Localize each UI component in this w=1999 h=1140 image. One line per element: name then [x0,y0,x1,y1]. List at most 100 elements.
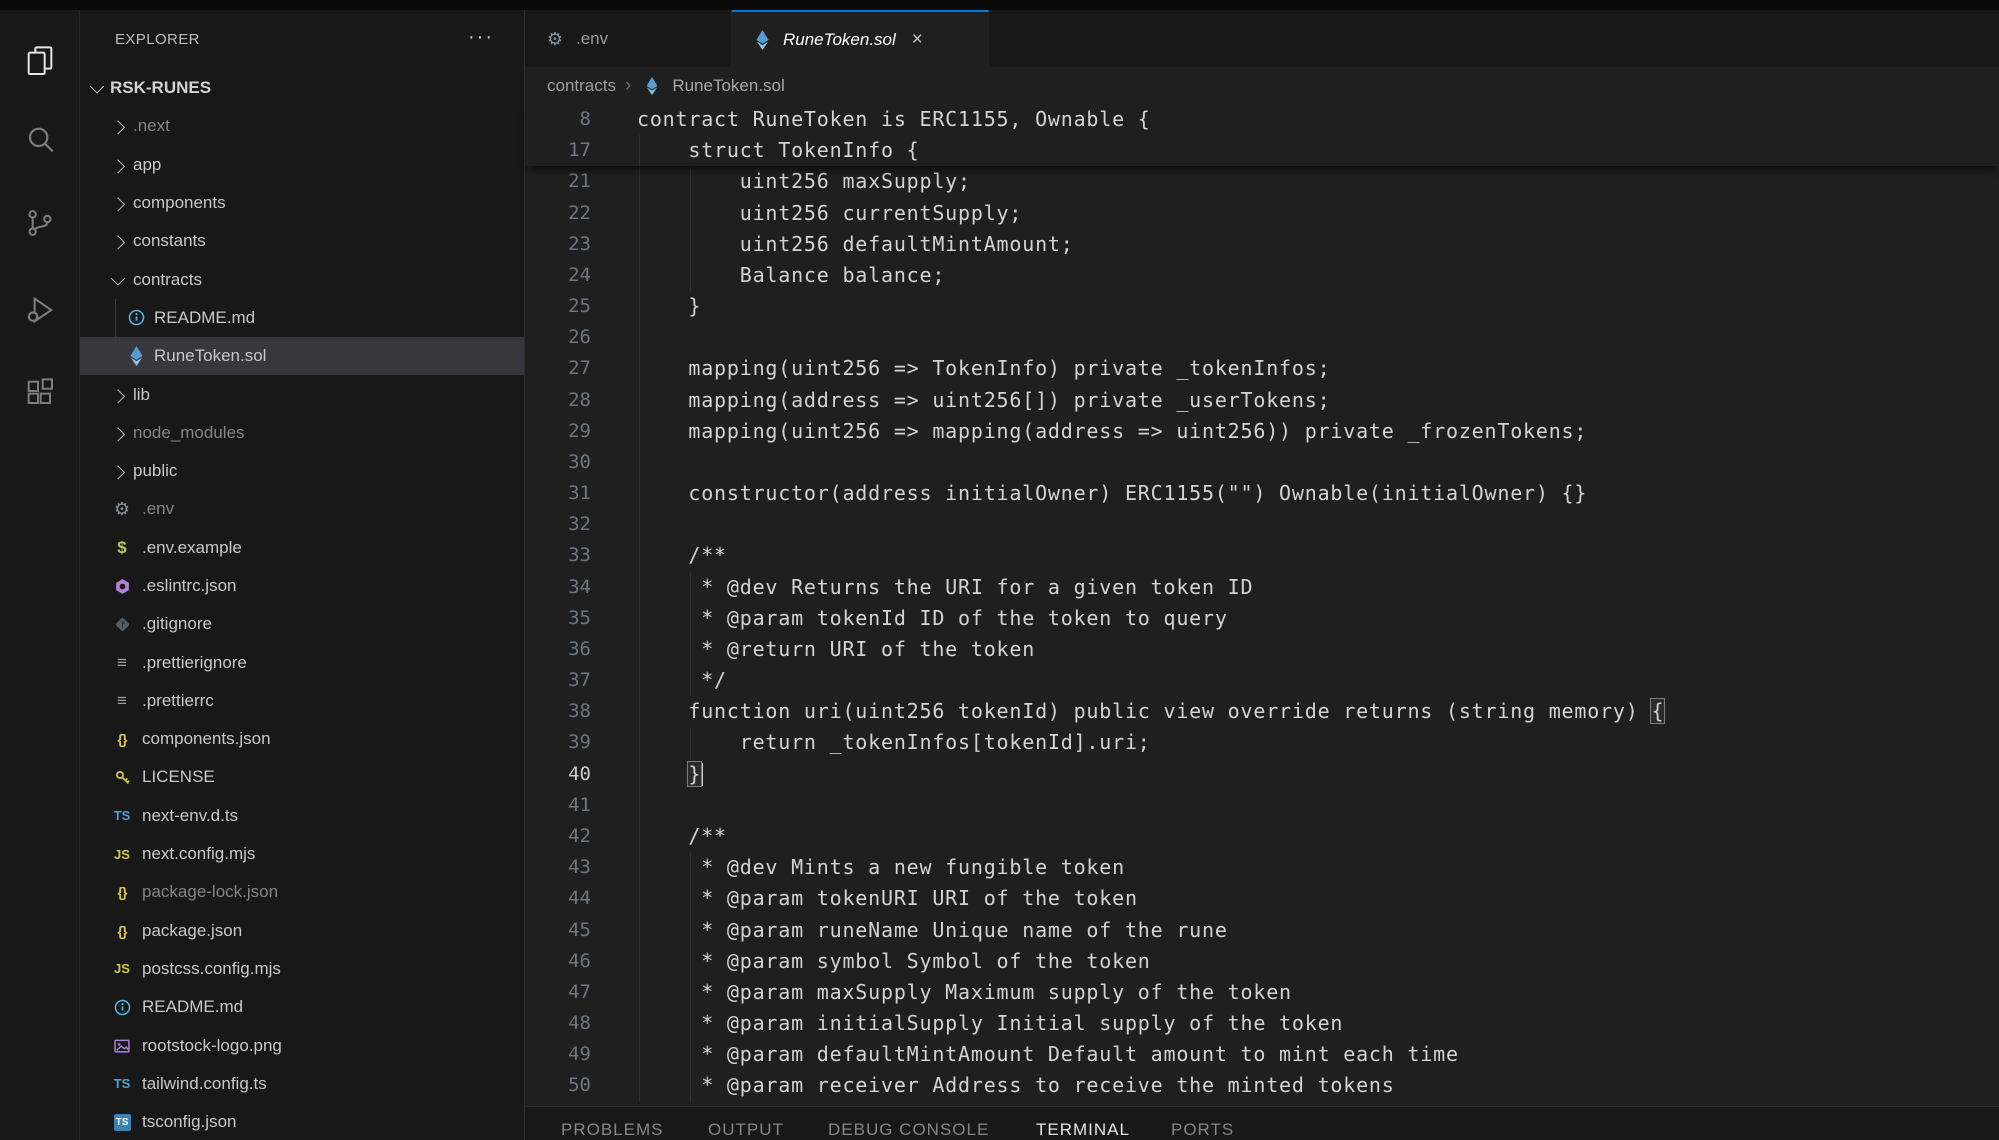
code-line-35[interactable]: 35 * @param tokenId ID of the token to q… [525,603,1999,634]
activity-search-icon[interactable] [0,112,79,168]
more-actions-icon[interactable]: ··· [468,26,494,49]
code-line-48[interactable]: 48 * @param initialSupply Initial supply… [525,1008,1999,1039]
line-number[interactable]: 44 [525,883,591,914]
tree-item-tailwind.config.ts[interactable]: TStailwind.config.ts [80,1065,524,1103]
close-icon[interactable]: × [912,30,923,49]
code-line-45[interactable]: 45 * @param runeName Unique name of the … [525,915,1999,946]
line-number[interactable]: 21 [525,166,591,197]
sticky-line-17[interactable]: 17 struct TokenInfo { [525,135,1999,166]
tab-.env[interactable]: ⚙.env [525,10,732,67]
tree-item-.next[interactable]: .next [80,107,524,145]
line-number[interactable]: 39 [525,727,591,758]
code-line-36[interactable]: 36 * @return URI of the token [525,634,1999,665]
activity-extensions-icon[interactable] [0,365,79,421]
tree-item-components.json[interactable]: {}components.json [80,720,524,758]
tab-RuneToken.sol[interactable]: RuneToken.sol× [732,10,989,67]
line-number[interactable]: 43 [525,852,591,883]
panel-tab-terminal[interactable]: TERMINAL [1036,1120,1130,1140]
tree-item-next-env.d.ts[interactable]: TSnext-env.d.ts [80,797,524,835]
code-line-44[interactable]: 44 * @param tokenURI URI of the token [525,883,1999,914]
code-line-27[interactable]: 27 mapping(uint256 => TokenInfo) private… [525,353,1999,384]
line-number[interactable]: 17 [525,135,591,166]
tree-item-constants[interactable]: constants [80,222,524,260]
line-number[interactable]: 50 [525,1070,591,1101]
code-line-46[interactable]: 46 * @param symbol Symbol of the token [525,946,1999,977]
activity-explorer-icon[interactable] [0,32,79,88]
breadcrumb-file[interactable]: RuneToken.sol [672,76,784,96]
panel-tab-problems[interactable]: PROBLEMS [561,1120,663,1140]
tree-item-RuneToken.sol[interactable]: RuneToken.sol [80,337,524,375]
activity-source-control-icon[interactable] [0,195,79,251]
line-number[interactable]: 23 [525,229,591,260]
line-number[interactable]: 47 [525,977,591,1008]
code-line-42[interactable]: 42 /** [525,821,1999,852]
code-line-43[interactable]: 43 * @dev Mints a new fungible token [525,852,1999,883]
code-line-37[interactable]: 37 */ [525,665,1999,696]
tree-item-next.config.mjs[interactable]: JSnext.config.mjs [80,835,524,873]
tree-item-.prettierignore[interactable]: ≡.prettierignore [80,643,524,681]
tree-item-.env[interactable]: ⚙.env [80,490,524,528]
tree-item-node_modules[interactable]: node_modules [80,414,524,452]
line-number[interactable]: 37 [525,665,591,696]
tree-item-package.json[interactable]: {}package.json [80,912,524,950]
code-line-28[interactable]: 28 mapping(address => uint256[]) private… [525,385,1999,416]
tree-item-components[interactable]: components [80,184,524,222]
line-number[interactable]: 26 [525,322,591,353]
code-line-29[interactable]: 29 mapping(uint256 => mapping(address =>… [525,416,1999,447]
line-number[interactable]: 48 [525,1008,591,1039]
line-number[interactable]: 28 [525,385,591,416]
tree-item-rootstock-logo.png[interactable]: rootstock-logo.png [80,1026,524,1064]
line-number[interactable]: 40 [525,759,591,790]
activity-run-and-debug-icon[interactable] [0,282,79,338]
tree-item-public[interactable]: public [80,452,524,490]
line-number[interactable]: 24 [525,260,591,291]
code-line-34[interactable]: 34 * @dev Returns the URI for a given to… [525,572,1999,603]
tree-item-RSK-RUNES[interactable]: RSK-RUNES [80,69,524,107]
code-line-30[interactable]: 30 [525,447,1999,478]
code-line-38[interactable]: 38 function uri(uint256 tokenId) public … [525,696,1999,727]
tree-item-lib[interactable]: lib [80,375,524,413]
tree-item-package-lock.json[interactable]: {}package-lock.json [80,873,524,911]
tree-item-.env.example[interactable]: $.env.example [80,529,524,567]
tree-item-contracts[interactable]: contracts [80,260,524,298]
tree-item-.prettierrc[interactable]: ≡.prettierrc [80,682,524,720]
line-number[interactable]: 46 [525,946,591,977]
line-number[interactable]: 33 [525,540,591,571]
tree-item-.gitignore[interactable]: .gitignore [80,605,524,643]
code-line-24[interactable]: 24 Balance balance; [525,260,1999,291]
code-line-21[interactable]: 21 uint256 maxSupply; [525,166,1999,197]
line-number[interactable]: 35 [525,603,591,634]
line-number[interactable]: 8 [525,104,591,135]
code-line-23[interactable]: 23 uint256 defaultMintAmount; [525,229,1999,260]
line-number[interactable]: 22 [525,198,591,229]
code-line-47[interactable]: 47 * @param maxSupply Maximum supply of … [525,977,1999,1008]
code-line-22[interactable]: 22 uint256 currentSupply; [525,198,1999,229]
code-line-40[interactable]: 40 } [525,759,1999,790]
code-line-49[interactable]: 49 * @param defaultMintAmount Default am… [525,1039,1999,1070]
tree-item-README.md[interactable]: README.md [80,299,524,337]
line-number[interactable]: 25 [525,291,591,322]
line-number[interactable]: 38 [525,696,591,727]
code-line-25[interactable]: 25 } [525,291,1999,322]
panel-tab-debug-console[interactable]: DEBUG CONSOLE [828,1120,989,1140]
line-number[interactable]: 27 [525,353,591,384]
line-number[interactable]: 32 [525,509,591,540]
tree-item-postcss.config.mjs[interactable]: JSpostcss.config.mjs [80,950,524,988]
line-number[interactable]: 45 [525,915,591,946]
code-line-26[interactable]: 26 [525,322,1999,353]
code-line-50[interactable]: 50 * @param receiver Address to receive … [525,1070,1999,1101]
tree-item-.eslintrc.json[interactable]: .eslintrc.json [80,567,524,605]
line-number[interactable]: 41 [525,790,591,821]
line-number[interactable]: 36 [525,634,591,665]
line-number[interactable]: 31 [525,478,591,509]
tree-item-tsconfig.json[interactable]: TStsconfig.json [80,1103,524,1140]
line-number[interactable]: 30 [525,447,591,478]
tree-item-LICENSE[interactable]: LICENSE [80,758,524,796]
line-number[interactable]: 29 [525,416,591,447]
line-number[interactable]: 49 [525,1039,591,1070]
line-number[interactable]: 42 [525,821,591,852]
sticky-line-8[interactable]: 8contract RuneToken is ERC1155, Ownable … [525,104,1999,135]
panel-tab-output[interactable]: OUTPUT [708,1120,784,1140]
panel-tab-ports[interactable]: PORTS [1171,1120,1234,1140]
code-line-39[interactable]: 39 return _tokenInfos[tokenId].uri; [525,727,1999,758]
